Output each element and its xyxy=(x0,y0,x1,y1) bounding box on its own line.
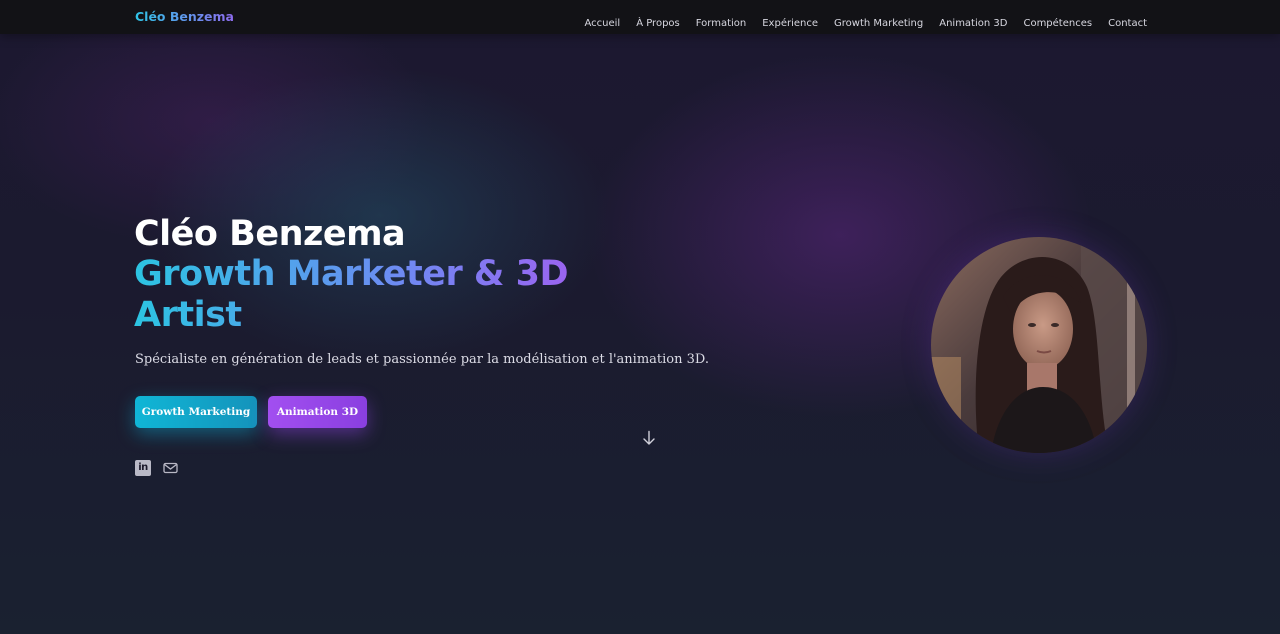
animation-3d-button[interactable]: Animation 3D xyxy=(268,396,367,428)
mail-icon xyxy=(163,462,178,474)
growth-marketing-button[interactable]: Growth Marketing xyxy=(135,396,257,428)
arrow-down-icon xyxy=(643,430,655,445)
nav-link-growth-marketing[interactable]: Growth Marketing xyxy=(834,18,923,29)
nav-link-accueil[interactable]: Accueil xyxy=(584,18,620,29)
hero-role: Growth Marketer & 3D Artist xyxy=(134,254,604,336)
linkedin-icon: in xyxy=(135,460,151,476)
nav-link-competences[interactable]: Compétences xyxy=(1023,18,1092,29)
profile-photo xyxy=(931,237,1147,453)
top-navbar: Cléo Benzema Accueil À Propos Formation … xyxy=(0,0,1280,34)
nav-link-a-propos[interactable]: À Propos xyxy=(636,18,680,29)
nav-menu: Accueil À Propos Formation Expérience Gr… xyxy=(584,11,1147,30)
nav-link-animation-3d[interactable]: Animation 3D xyxy=(939,18,1007,29)
nav-link-formation[interactable]: Formation xyxy=(696,18,746,29)
scroll-down-button[interactable] xyxy=(642,430,656,450)
hero-description: Spécialiste en génération de leads et pa… xyxy=(135,352,709,367)
email-link[interactable] xyxy=(163,460,178,480)
nav-link-experience[interactable]: Expérience xyxy=(762,18,818,29)
linkedin-link[interactable]: in xyxy=(135,460,151,480)
nav-link-contact[interactable]: Contact xyxy=(1108,18,1147,29)
hero-name: Cléo Benzema xyxy=(134,214,406,254)
social-links: in xyxy=(135,460,178,480)
brand-logo[interactable]: Cléo Benzema xyxy=(135,9,234,24)
